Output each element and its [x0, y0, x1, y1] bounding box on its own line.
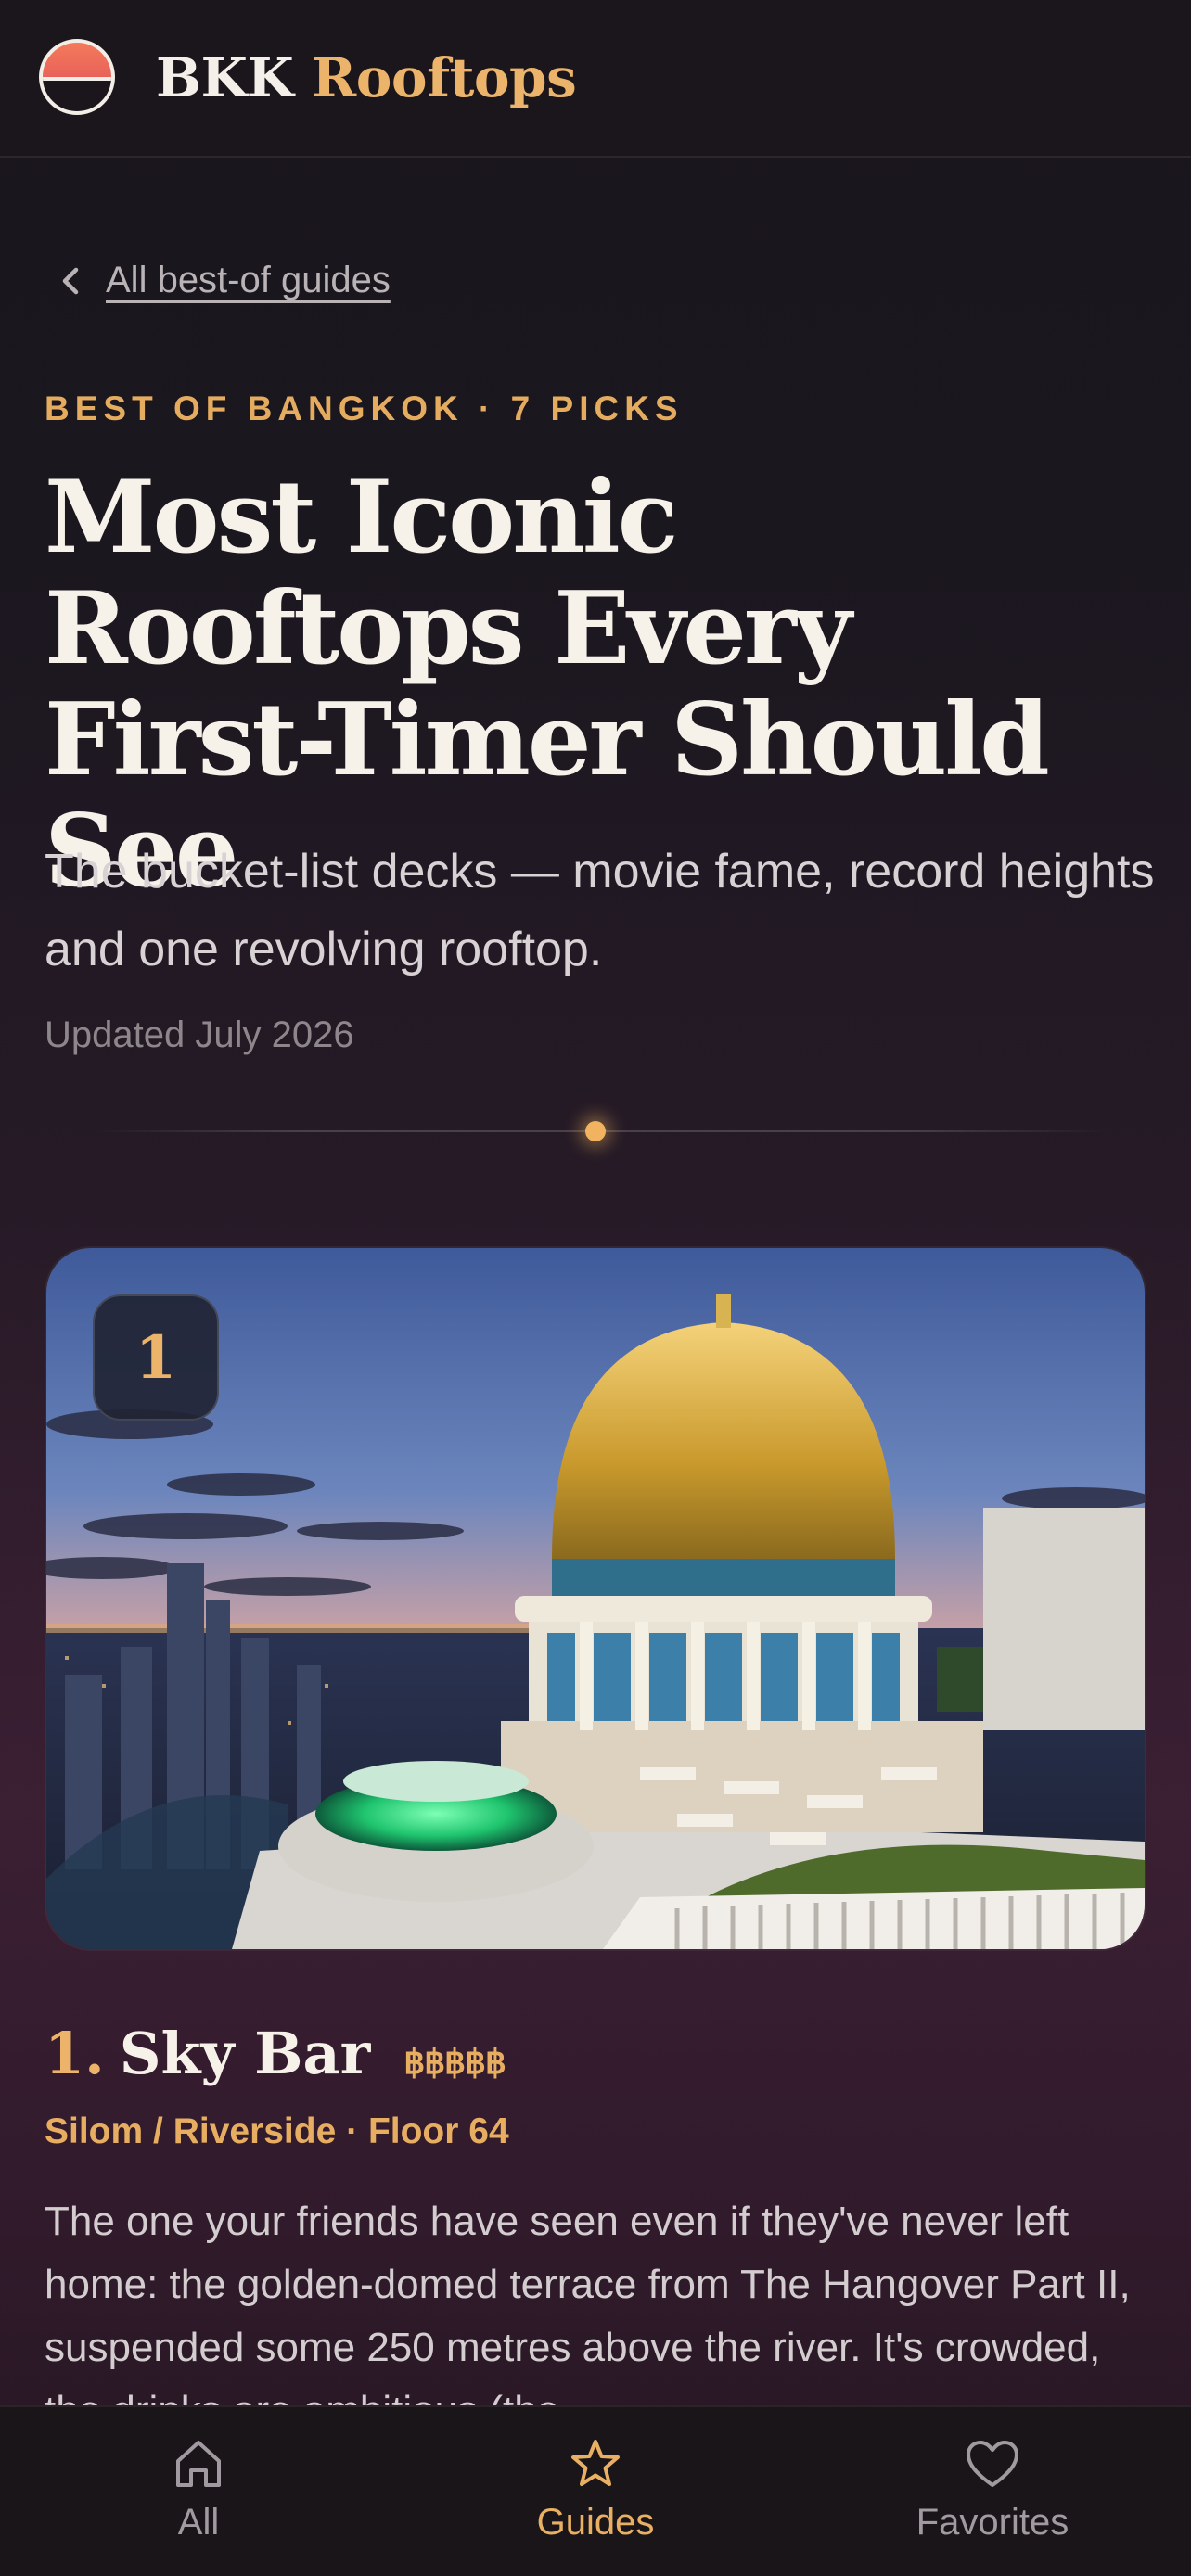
- nav-label-favorites: Favorites: [916, 2502, 1069, 2543]
- sunset-logo-icon[interactable]: [39, 39, 115, 115]
- pick-number: 1.: [45, 2020, 105, 2087]
- price-level: ฿฿฿฿฿: [403, 2043, 506, 2081]
- pick-description: The one your friends have seen even if t…: [45, 2199, 1131, 2422]
- guide-kicker: BEST OF BANGKOK · 7 PICKS: [45, 389, 684, 427]
- back-link-label: All best-of guides: [106, 260, 391, 300]
- divider-dot: [585, 1121, 606, 1141]
- brand-wordmark[interactable]: BKK Rooftops: [156, 46, 577, 109]
- brand-part1: BKK: [156, 46, 294, 109]
- heart-icon: [965, 2435, 1020, 2493]
- back-to-guides-link[interactable]: All best-of guides: [58, 260, 391, 301]
- nav-item-favorites[interactable]: Favorites: [853, 2407, 1132, 2576]
- app-bar: BKK Rooftops: [0, 0, 1191, 158]
- pick-name: Sky Bar: [119, 2020, 371, 2087]
- brand-part2: Rooftops: [312, 46, 577, 109]
- nav-label-all: All: [177, 2502, 220, 2543]
- pick-title[interactable]: 1. Sky Bar ฿฿฿฿฿: [45, 2020, 506, 2087]
- page-subtitle: The bucket-list decks — movie fame, reco…: [45, 845, 1155, 976]
- nav-item-guides[interactable]: Guides: [456, 2407, 735, 2576]
- nav-label-guides: Guides: [536, 2502, 655, 2543]
- rank-badge: 1: [93, 1294, 219, 1421]
- bottom-nav: All Guides Favorites: [0, 2405, 1191, 2576]
- pick-location-meta: Silom / Riverside · Floor 64: [45, 2111, 509, 2151]
- nav-item-all[interactable]: All: [59, 2407, 338, 2576]
- chevron-left-icon: [58, 262, 83, 300]
- updated-date: Updated July 2026: [45, 1014, 354, 1055]
- home-icon: [173, 2435, 224, 2493]
- star-icon: [570, 2435, 621, 2493]
